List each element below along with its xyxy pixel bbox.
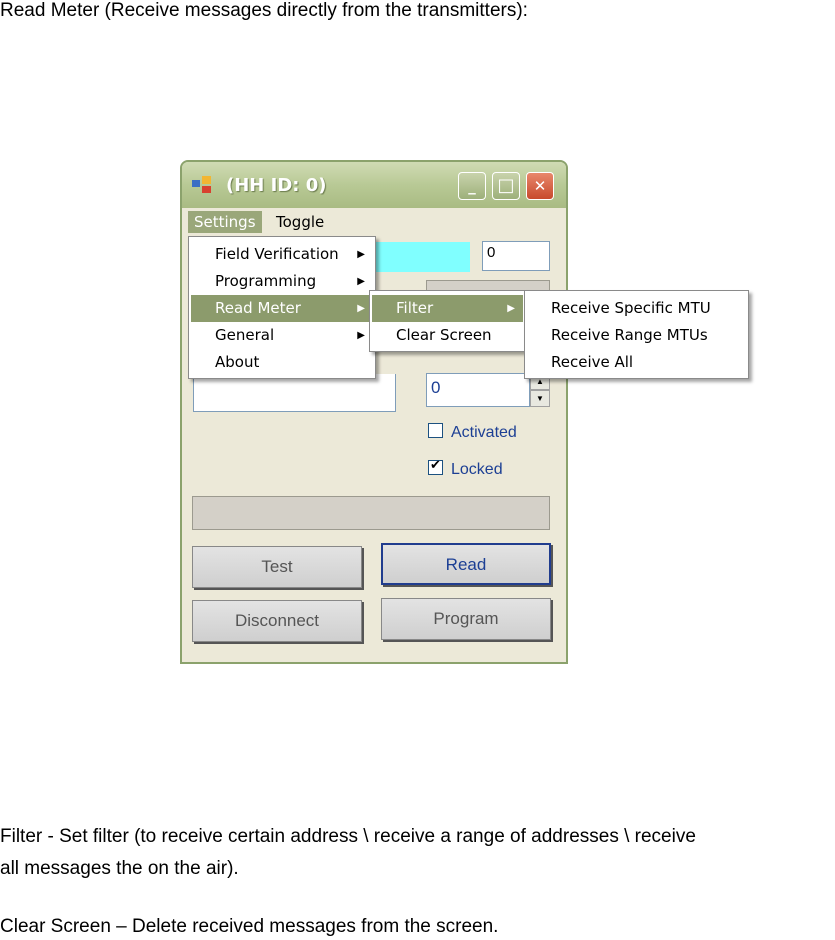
submenu-arrow-icon: ▶: [357, 249, 365, 260]
title-bar[interactable]: (HH ID: 0) _ □ ✕: [182, 162, 566, 208]
check-icon: ✔: [430, 457, 441, 472]
menu-item-label: Filter: [396, 299, 434, 317]
locked-label: Locked: [451, 461, 503, 478]
app-icon: [192, 176, 211, 193]
menu-item-programming[interactable]: Programming ▶: [191, 268, 373, 295]
locked-checkbox[interactable]: ✔ Locked: [428, 457, 503, 479]
menu-item-field-verification[interactable]: Field Verification ▶: [191, 241, 373, 268]
activated-checkbox[interactable]: Activated: [428, 423, 517, 442]
close-button[interactable]: ✕: [526, 172, 554, 200]
maximize-button[interactable]: □: [492, 172, 520, 200]
test-button[interactable]: Test: [192, 546, 362, 588]
read-button[interactable]: Read: [381, 543, 551, 585]
read-meter-menu: Filter ▶ Clear Screen: [369, 290, 526, 352]
menu-item-label: Field Verification: [215, 245, 339, 263]
filter-menu: Receive Specific MTU Receive Range MTUs …: [524, 290, 749, 379]
id-field[interactable]: 0: [482, 241, 550, 271]
spin-input[interactable]: 0: [426, 373, 530, 407]
status-field: [370, 242, 470, 272]
menu-item-label: General: [215, 326, 275, 344]
menu-item-label: Receive Specific MTU: [551, 299, 711, 317]
menu-item-label: Receive Range MTUs: [551, 326, 708, 344]
page-heading: Read Meter (Receive messages directly fr…: [0, 0, 528, 21]
spin-down-icon[interactable]: ▼: [530, 390, 550, 407]
minimize-button[interactable]: _: [458, 172, 486, 200]
menu-item-label: Receive All: [551, 353, 634, 371]
maximize-icon: □: [497, 175, 515, 196]
progress-bar: [192, 496, 550, 530]
menu-item-general[interactable]: General ▶: [191, 322, 373, 349]
menu-item-label: Programming: [215, 272, 317, 290]
minimize-icon: _: [468, 177, 476, 195]
locked-box[interactable]: ✔: [428, 457, 443, 475]
menu-item-label: About: [215, 353, 260, 371]
activated-label: Activated: [451, 424, 517, 441]
menu-item-clear-screen[interactable]: Clear Screen: [372, 322, 523, 349]
menu-item-receive-range-mtus[interactable]: Receive Range MTUs: [527, 322, 746, 349]
menu-item-filter[interactable]: Filter ▶: [372, 295, 523, 322]
menu-item-about[interactable]: About: [191, 349, 373, 376]
submenu-arrow-icon: ▶: [357, 303, 365, 314]
filter-description-line1: Filter - Set filter (to receive certain …: [0, 826, 696, 847]
submenu-arrow-icon: ▶: [507, 303, 515, 314]
menu-bar: Settings Toggle: [182, 208, 566, 236]
menu-settings[interactable]: Settings: [188, 211, 262, 233]
clear-screen-description: Clear Screen – Delete received messages …: [0, 916, 499, 937]
submenu-arrow-icon: ▶: [357, 330, 365, 341]
activated-box[interactable]: [428, 423, 443, 438]
menu-item-receive-specific-mtu[interactable]: Receive Specific MTU: [527, 295, 746, 322]
window-title: (HH ID: 0): [226, 175, 327, 196]
menu-toggle[interactable]: Toggle: [270, 211, 330, 233]
close-icon: ✕: [533, 177, 547, 195]
menu-item-label: Clear Screen: [396, 326, 492, 344]
disconnect-button[interactable]: Disconnect: [192, 600, 362, 642]
menu-item-label: Read Meter: [215, 299, 301, 317]
menu-item-read-meter[interactable]: Read Meter ▶: [191, 295, 373, 322]
message-box[interactable]: [193, 374, 396, 412]
filter-description-line2: all messages the on the air).: [0, 858, 239, 879]
menu-item-receive-all[interactable]: Receive All: [527, 349, 746, 376]
settings-menu: Field Verification ▶ Programming ▶ Read …: [188, 236, 376, 379]
submenu-arrow-icon: ▶: [357, 276, 365, 287]
program-button[interactable]: Program: [381, 598, 551, 640]
